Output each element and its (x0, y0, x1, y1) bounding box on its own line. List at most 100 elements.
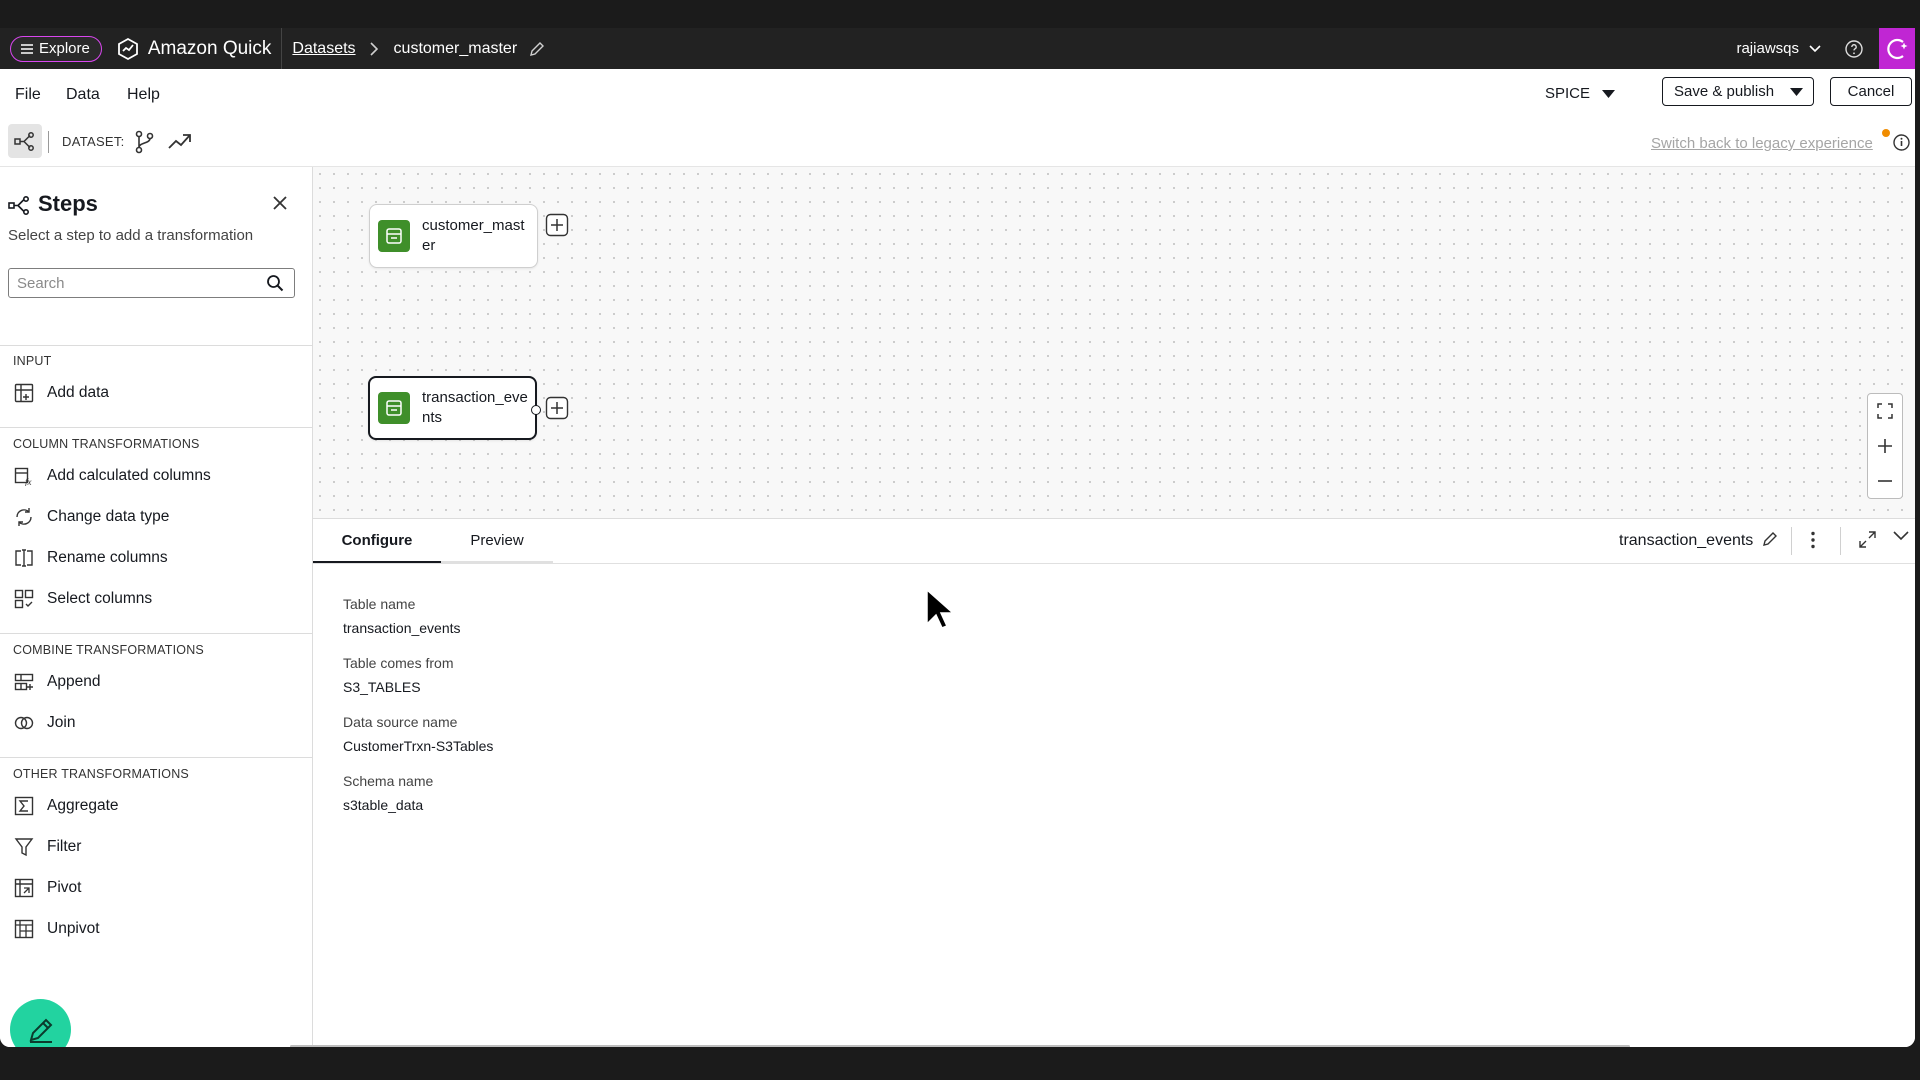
divider (0, 427, 312, 428)
step-join[interactable]: Join (13, 712, 75, 734)
branch-icon[interactable] (134, 130, 156, 154)
user-menu[interactable]: rajiawsqs (1736, 40, 1821, 57)
step-label: Change data type (47, 508, 170, 525)
step-add-calculated-columns[interactable]: fx Add calculated columns (13, 465, 211, 487)
caret-down-icon (1790, 87, 1804, 96)
breadcrumb-datasets-link[interactable]: Datasets (292, 40, 355, 58)
tab-configure[interactable]: Configure (313, 532, 441, 563)
step-label: Rename columns (47, 549, 168, 566)
search-icon[interactable] (266, 274, 284, 292)
pivot-icon (13, 877, 35, 899)
node-output-port[interactable] (531, 405, 541, 415)
panel-tabs: Configure Preview transaction_events (313, 519, 1915, 564)
data-type-icon (13, 506, 35, 528)
help-icon[interactable] (1845, 39, 1863, 58)
caret-down-icon (1602, 89, 1616, 98)
divider (0, 633, 312, 634)
flow-icon (14, 130, 36, 152)
step-change-data-type[interactable]: Change data type (13, 506, 169, 528)
steps-title: Steps (38, 191, 98, 216)
step-label: Pivot (47, 879, 82, 896)
section-combine-title: COMBINE TRANSFORMATIONS (13, 643, 204, 657)
panel-step-name: transaction_events (1619, 532, 1754, 549)
field-label-datasource: Data source name (343, 714, 458, 730)
step-filter[interactable]: Filter (13, 836, 81, 858)
step-append[interactable]: Append (13, 671, 100, 693)
chevron-right-icon (369, 41, 378, 56)
tab-preview[interactable]: Preview (441, 532, 553, 563)
trend-icon[interactable] (168, 130, 192, 152)
explore-button[interactable]: Explore (10, 35, 102, 62)
switch-legacy-link[interactable]: Switch back to legacy experience (1651, 135, 1873, 152)
breadcrumb-current: customer_master (393, 39, 518, 57)
step-select-columns[interactable]: Select columns (13, 588, 152, 610)
zoom-out-icon[interactable] (1868, 464, 1902, 498)
table-add-icon (13, 382, 35, 404)
zoom-controls (1867, 393, 1903, 499)
cancel-button[interactable]: Cancel (1830, 77, 1912, 106)
top-bar: Explore Amazon Quick Datasets customer_m… (0, 28, 1915, 69)
step-add-data[interactable]: Add data (13, 382, 109, 404)
node-customer-master[interactable]: customer_master (369, 204, 538, 268)
steps-search-input[interactable] (8, 268, 295, 298)
fit-screen-icon[interactable] (1868, 394, 1902, 428)
append-icon (13, 671, 35, 693)
brand-logo[interactable]: Amazon Quick (116, 37, 271, 61)
database-icon (378, 220, 410, 252)
step-pivot[interactable]: Pivot (13, 877, 81, 899)
filter-icon (13, 836, 35, 858)
chevron-down-icon[interactable] (1893, 531, 1909, 541)
flow-canvas[interactable]: customer_master transaction_events (313, 167, 1915, 519)
close-icon[interactable] (272, 195, 288, 211)
steps-panel-toggle[interactable] (8, 124, 42, 158)
database-icon (378, 392, 410, 424)
menu-data[interactable]: Data (66, 86, 100, 104)
select-columns-icon (13, 588, 35, 610)
rename-icon (13, 547, 35, 569)
node-transaction-events[interactable]: transaction_events (368, 376, 537, 440)
step-aggregate[interactable]: Aggregate (13, 795, 119, 817)
add-step-icon[interactable] (545, 213, 569, 237)
step-unpivot[interactable]: Unpivot (13, 918, 100, 940)
step-rename-columns[interactable]: Rename columns (13, 547, 168, 569)
step-label: Unpivot (47, 920, 100, 937)
step-label: Append (47, 673, 101, 690)
pencil-icon (26, 1015, 56, 1045)
section-other-title: OTHER TRANSFORMATIONS (13, 767, 189, 781)
more-options-icon[interactable] (1810, 531, 1816, 549)
save-publish-button[interactable]: Save & publish (1662, 77, 1815, 106)
node-label: transaction_events (422, 389, 528, 426)
field-label-schema: Schema name (343, 773, 434, 789)
menu-bar: File Data Help SPICE Save & publish Canc… (0, 69, 1915, 121)
edit-icon[interactable] (1762, 531, 1778, 547)
storage-mode-label: SPICE (1545, 85, 1591, 102)
notification-dot (1882, 129, 1890, 137)
assistant-button[interactable] (1879, 28, 1915, 69)
divider (0, 757, 312, 758)
section-input-title: INPUT (13, 354, 52, 368)
menu-help[interactable]: Help (127, 86, 160, 104)
assistant-icon (1886, 38, 1908, 60)
username: rajiawsqs (1736, 40, 1799, 57)
storage-mode-dropdown[interactable]: SPICE (1545, 85, 1616, 102)
dataset-toolbar: DATASET: Switch back to legacy experienc… (0, 121, 1915, 167)
field-value-datasource: CustomerTrxn-S3Tables (343, 738, 494, 754)
menu-icon (21, 43, 33, 54)
calculated-column-icon: fx (13, 465, 35, 487)
menu-file[interactable]: File (15, 86, 41, 104)
field-label-table-name: Table name (343, 596, 416, 612)
edit-fab-button[interactable] (10, 999, 71, 1047)
steps-icon (8, 195, 32, 215)
save-publish-label: Save & publish (1674, 83, 1775, 100)
horizontal-scrollbar[interactable] (290, 1045, 1630, 1047)
step-label: Filter (47, 838, 82, 855)
expand-icon[interactable] (1859, 531, 1876, 548)
divider (281, 28, 283, 69)
add-step-icon[interactable] (545, 396, 569, 420)
rename-dataset-icon[interactable] (529, 41, 545, 57)
info-icon[interactable] (1893, 134, 1910, 151)
chevron-down-icon (1809, 44, 1821, 53)
zoom-in-icon[interactable] (1868, 429, 1902, 463)
join-icon (13, 712, 35, 734)
divider (1791, 527, 1792, 555)
